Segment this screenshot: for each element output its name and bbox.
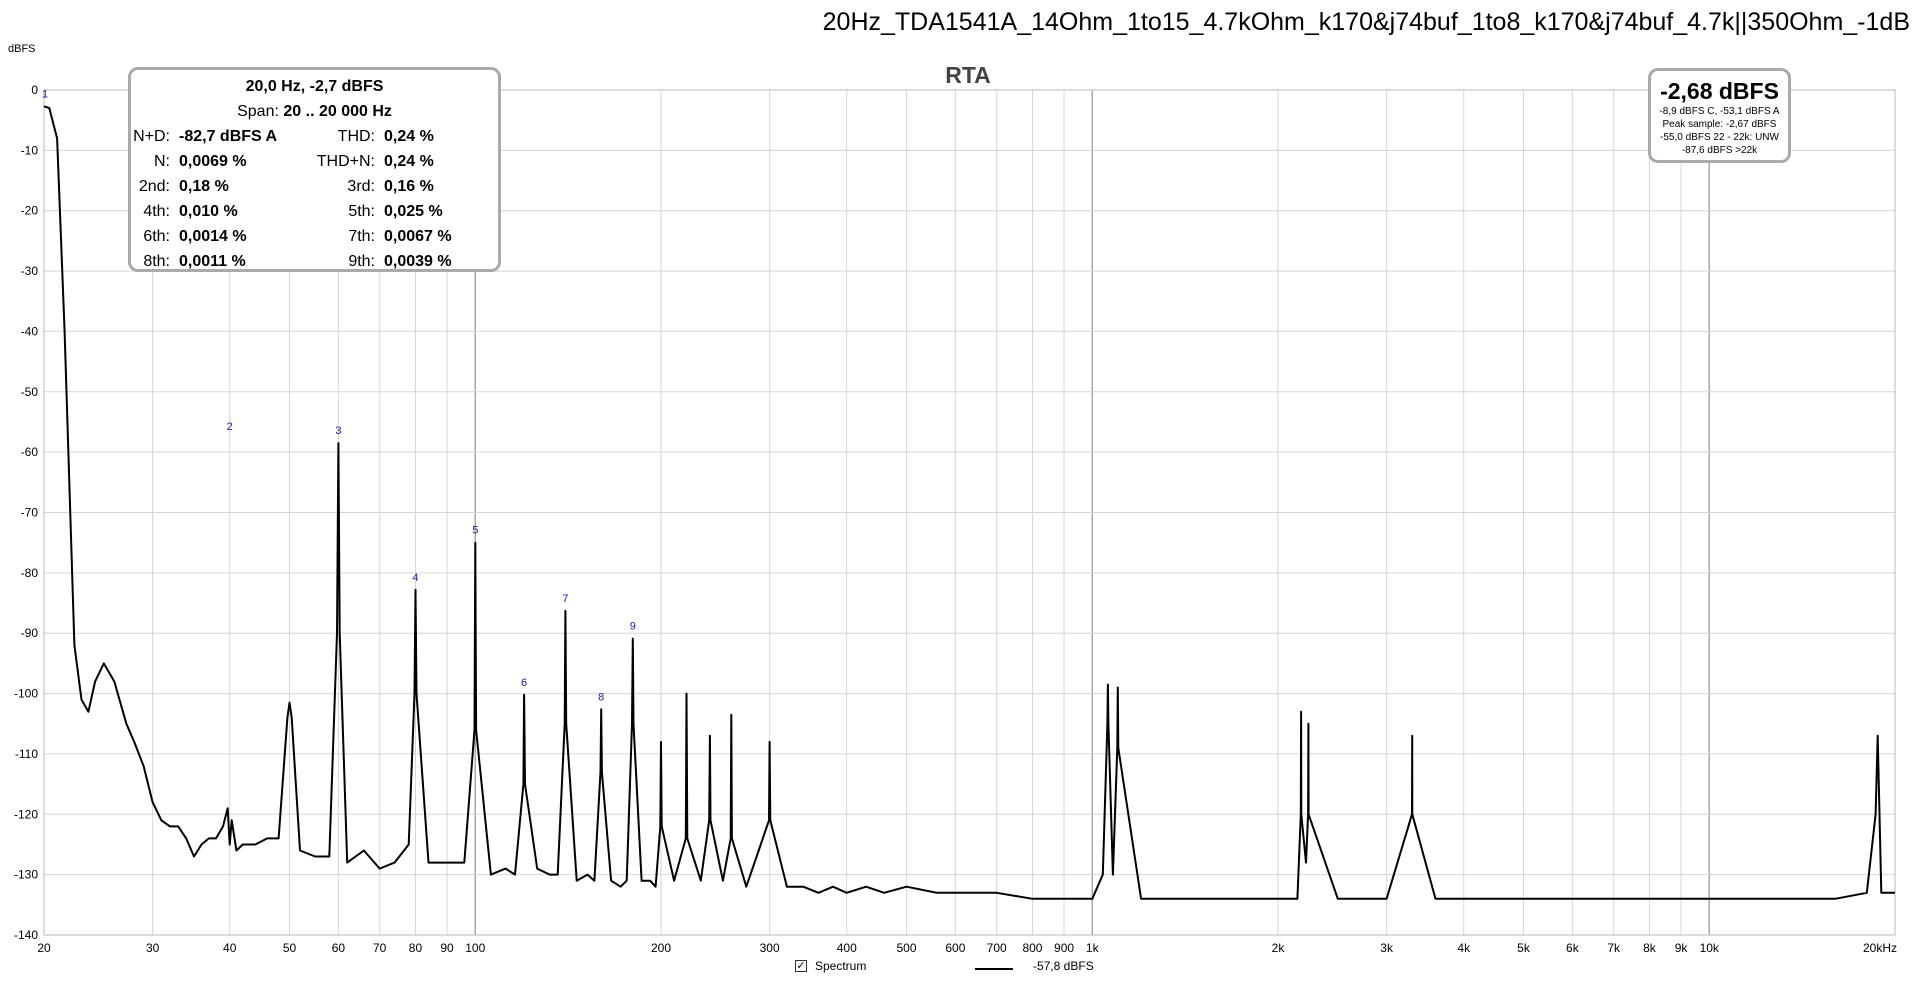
x-tick-label: 20kHz bbox=[1863, 941, 1897, 955]
y-tick-label: -30 bbox=[21, 264, 39, 278]
info-value: 0,025 % bbox=[384, 203, 443, 220]
info-label: 5th: bbox=[348, 203, 375, 220]
level-box: -2,68 dBFS -8,9 dBFS C, -53,1 dBFS A Pea… bbox=[1648, 68, 1791, 163]
y-tick-label: -60 bbox=[21, 445, 39, 459]
x-tick-label: 20 bbox=[37, 941, 51, 955]
y-tick-label: -110 bbox=[15, 747, 38, 761]
harmonic-label: 9 bbox=[630, 621, 636, 633]
x-tick-label: 4k bbox=[1457, 941, 1471, 955]
y-tick-label: -120 bbox=[14, 807, 38, 821]
info-label: THD: bbox=[337, 128, 375, 145]
rta-chart: 0 -10 -20 -30 -40 -50 -60 -70 -80 -90 -100 -110 -120… bbox=[0, 0, 1916, 984]
info-label: N+D: bbox=[133, 128, 170, 145]
chart-title: 20Hz_TDA1541A_14Ohm_1to15_4.7kOhm_k170&j… bbox=[822, 8, 1910, 36]
x-tick-label: 70 bbox=[373, 941, 387, 955]
info-value: 0,16 % bbox=[384, 178, 434, 195]
distortion-info-box: 20,0 Hz, -2,7 dBFS Span: 20 .. 20 000 Hz… bbox=[128, 67, 501, 272]
span-value: 20 .. 20 000 Hz bbox=[283, 103, 392, 120]
y-tick-label: -70 bbox=[21, 506, 39, 520]
info-label: 6th: bbox=[143, 228, 170, 245]
x-tick-label: 8k bbox=[1643, 941, 1657, 955]
y-tick-label: 0 bbox=[31, 83, 38, 97]
harmonic-label: 4 bbox=[412, 572, 418, 584]
info-label: 9th: bbox=[348, 253, 375, 270]
y-tick-label: -50 bbox=[21, 385, 39, 399]
info-label: N: bbox=[154, 153, 170, 170]
x-tick-label: 600 bbox=[945, 941, 965, 955]
y-tick-label: -100 bbox=[14, 687, 38, 701]
x-tick-label: 3k bbox=[1380, 941, 1394, 955]
info-label: 3rd: bbox=[347, 178, 375, 195]
x-tick-label: 10k bbox=[1700, 941, 1720, 955]
x-tick-label: 30 bbox=[146, 941, 160, 955]
y-axis-label: dBFS bbox=[8, 43, 36, 55]
x-tick-label: 500 bbox=[897, 941, 917, 955]
y-tick-label: -20 bbox=[21, 204, 39, 218]
x-tick-label: 9k bbox=[1675, 941, 1689, 955]
level-line: -87,6 dBFS >22k bbox=[1681, 145, 1758, 156]
x-tick-label: 700 bbox=[987, 941, 1007, 955]
y-tick-label: -40 bbox=[21, 324, 39, 338]
level-line: -55,0 dBFS 22 - 22k: UNW bbox=[1660, 132, 1779, 143]
harmonic-label: 6 bbox=[521, 677, 527, 689]
harmonic-label: 3 bbox=[335, 425, 341, 437]
x-tick-label: 100 bbox=[465, 941, 485, 955]
x-tick-label: 50 bbox=[283, 941, 297, 955]
x-tick-label: 7k bbox=[1607, 941, 1621, 955]
x-tick-label: 60 bbox=[332, 941, 346, 955]
info-label: 2nd: bbox=[138, 178, 170, 195]
x-tick-label: 40 bbox=[223, 941, 237, 955]
info-value: -82,7 dBFS A bbox=[179, 128, 278, 145]
legend-swatch bbox=[975, 968, 1013, 970]
x-tick-label: 90 bbox=[440, 941, 454, 955]
y-tick-label: -80 bbox=[21, 566, 39, 580]
y-tick-label: -140 bbox=[14, 928, 38, 942]
x-tick-label: 1k bbox=[1086, 941, 1100, 955]
info-value: 0,0011 % bbox=[179, 253, 246, 270]
span-label: Span: bbox=[237, 103, 279, 120]
info-header: 20,0 Hz, -2,7 dBFS bbox=[245, 78, 384, 95]
info-value: 0,0069 % bbox=[179, 153, 247, 170]
x-tick-label: 80 bbox=[409, 941, 423, 955]
info-value: 0,24 % bbox=[384, 128, 434, 145]
level-main: -2,68 dBFS bbox=[1660, 78, 1779, 104]
level-line: Peak sample: -2,67 dBFS bbox=[1662, 119, 1777, 130]
x-tick-label: 400 bbox=[837, 941, 857, 955]
info-span: Span: 20 .. 20 000 Hz bbox=[131, 103, 498, 121]
harmonic-label: 5 bbox=[472, 525, 478, 537]
level-line: -8,9 dBFS C, -53,1 dBFS A bbox=[1659, 106, 1780, 117]
y-tick-label: -130 bbox=[14, 868, 38, 882]
info-value: 0,24 % bbox=[384, 153, 434, 170]
harmonic-label: 8 bbox=[598, 691, 604, 703]
info-label: 7th: bbox=[348, 228, 375, 245]
harmonic-label: 1 bbox=[42, 88, 48, 100]
harmonic-label: 7 bbox=[562, 593, 568, 605]
x-tick-label: 5k bbox=[1517, 941, 1531, 955]
x-tick-label: 900 bbox=[1054, 941, 1074, 955]
x-tick-label: 300 bbox=[760, 941, 780, 955]
x-tick-label: 2k bbox=[1272, 941, 1286, 955]
panel-label: RTA bbox=[945, 62, 991, 88]
y-tick-label: -90 bbox=[21, 626, 39, 640]
spectrum-checkbox[interactable]: ✓ bbox=[795, 960, 807, 972]
info-label: 8th: bbox=[143, 253, 170, 270]
info-value: 0,18 % bbox=[179, 178, 229, 195]
info-label: THD+N: bbox=[316, 153, 375, 170]
y-tick-label: -10 bbox=[21, 143, 39, 157]
info-value: 0,0014 % bbox=[179, 228, 247, 245]
info-label: 4th: bbox=[143, 203, 170, 220]
legend-label: Spectrum bbox=[815, 959, 867, 973]
info-value: 0,010 % bbox=[179, 203, 238, 220]
x-tick-label: 6k bbox=[1566, 941, 1580, 955]
legend-value: -57,8 dBFS bbox=[1033, 959, 1094, 973]
info-value: 0,0039 % bbox=[384, 253, 452, 270]
x-tick-label: 200 bbox=[651, 941, 671, 955]
x-tick-label: 800 bbox=[1022, 941, 1042, 955]
info-value: 0,0067 % bbox=[384, 228, 452, 245]
harmonic-label: 2 bbox=[227, 421, 233, 433]
